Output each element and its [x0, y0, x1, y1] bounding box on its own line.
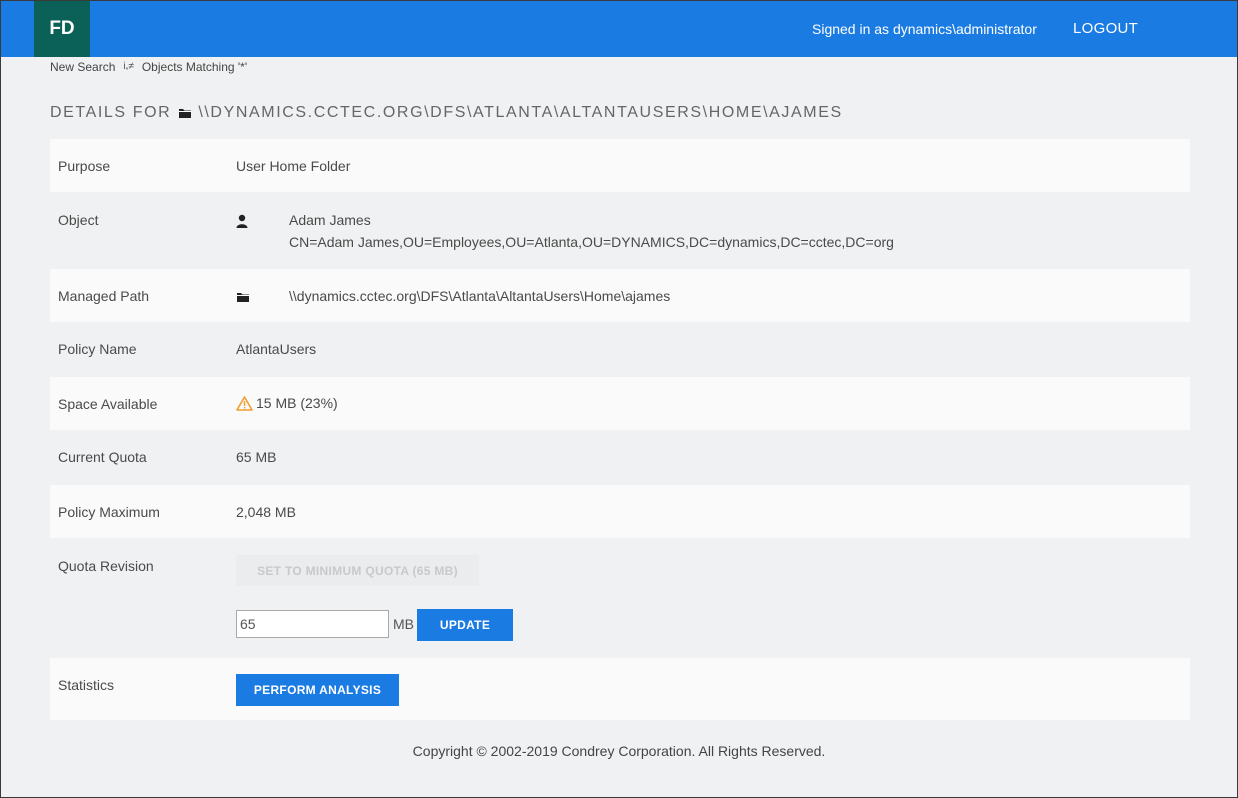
folder-icon — [237, 293, 249, 302]
current-quota-label: Current Quota — [58, 449, 147, 465]
signed-in-label: Signed in as dynamics\administrator — [812, 21, 1037, 37]
update-button[interactable]: UPDATE — [417, 609, 513, 641]
row-purpose: Purpose User Home Folder — [50, 139, 1190, 192]
user-icon — [236, 214, 248, 228]
space-available-label: Space Available — [58, 396, 158, 412]
page-title: DETAILS FOR \\DYNAMICS.CCTEC.ORG\DFS\ATL… — [50, 104, 843, 122]
warning-icon — [236, 395, 253, 411]
row-managed-path: Managed Path \\dynamics.cctec.org\DFS\At… — [50, 269, 1190, 322]
current-quota-value: 65 MB — [236, 449, 277, 465]
object-dn: CN=Adam James,OU=Employees,OU=Atlanta,OU… — [289, 234, 894, 250]
row-policy-maximum: Policy Maximum 2,048 MB — [50, 485, 1190, 538]
logout-link[interactable]: LOGOUT — [1073, 20, 1138, 37]
policy-name-label: Policy Name — [58, 341, 137, 357]
page-title-prefix: DETAILS FOR — [50, 104, 172, 121]
breadcrumb-new-search[interactable]: New Search — [50, 60, 115, 74]
row-policy-name: Policy Name AtlantaUsers — [50, 322, 1190, 377]
page-title-path: \\DYNAMICS.CCTEC.ORG\DFS\ATLANTA\ALTANTA… — [198, 104, 843, 121]
row-current-quota: Current Quota 65 MB — [50, 430, 1190, 485]
quota-revision-label: Quota Revision — [58, 558, 154, 574]
space-available-cell: 15 MB (23%) — [236, 395, 338, 411]
set-minimum-quota-button[interactable]: SET TO MINIMUM QUOTA (65 MB) — [236, 555, 479, 586]
top-nav-bar: FD Signed in as dynamics\administrator L… — [1, 1, 1237, 57]
folder-icon — [179, 109, 192, 118]
filter-icon: i*≠ — [123, 60, 134, 74]
quota-unit: MB — [393, 616, 414, 632]
app-logo[interactable]: FD — [34, 1, 90, 57]
object-name: Adam James — [289, 212, 371, 228]
space-available-value: 15 MB (23%) — [256, 395, 338, 411]
breadcrumb-objects-matching[interactable]: Objects Matching '*' — [142, 60, 247, 74]
footer-copyright: Copyright © 2002-2019 Condrey Corporatio… — [412, 743, 826, 759]
statistics-label: Statistics — [58, 677, 115, 693]
policy-maximum-label: Policy Maximum — [58, 504, 160, 520]
details-table: Purpose User Home Folder Object Adam Jam… — [50, 139, 1190, 720]
perform-analysis-button[interactable]: PERFORM ANALYSIS — [236, 674, 399, 706]
object-label: Object — [58, 212, 99, 228]
quota-input[interactable] — [236, 610, 389, 638]
purpose-label: Purpose — [58, 158, 111, 174]
row-statistics: Statistics PERFORM ANALYSIS — [50, 658, 1190, 720]
row-space-available: Space Available 15 MB (23%) — [50, 377, 1190, 430]
breadcrumb: New Search i*≠ Objects Matching '*' — [50, 60, 247, 74]
managed-path-label: Managed Path — [58, 288, 150, 304]
managed-path-value: \\dynamics.cctec.org\DFS\Atlanta\Altanta… — [289, 288, 671, 304]
policy-maximum-value: 2,048 MB — [236, 504, 296, 520]
row-object: Object Adam James CN=Adam James,OU=Emplo… — [50, 192, 1190, 269]
row-quota-revision: Quota Revision SET TO MINIMUM QUOTA (65 … — [50, 538, 1190, 658]
policy-name-value: AtlantaUsers — [236, 341, 317, 357]
purpose-value: User Home Folder — [236, 158, 351, 174]
